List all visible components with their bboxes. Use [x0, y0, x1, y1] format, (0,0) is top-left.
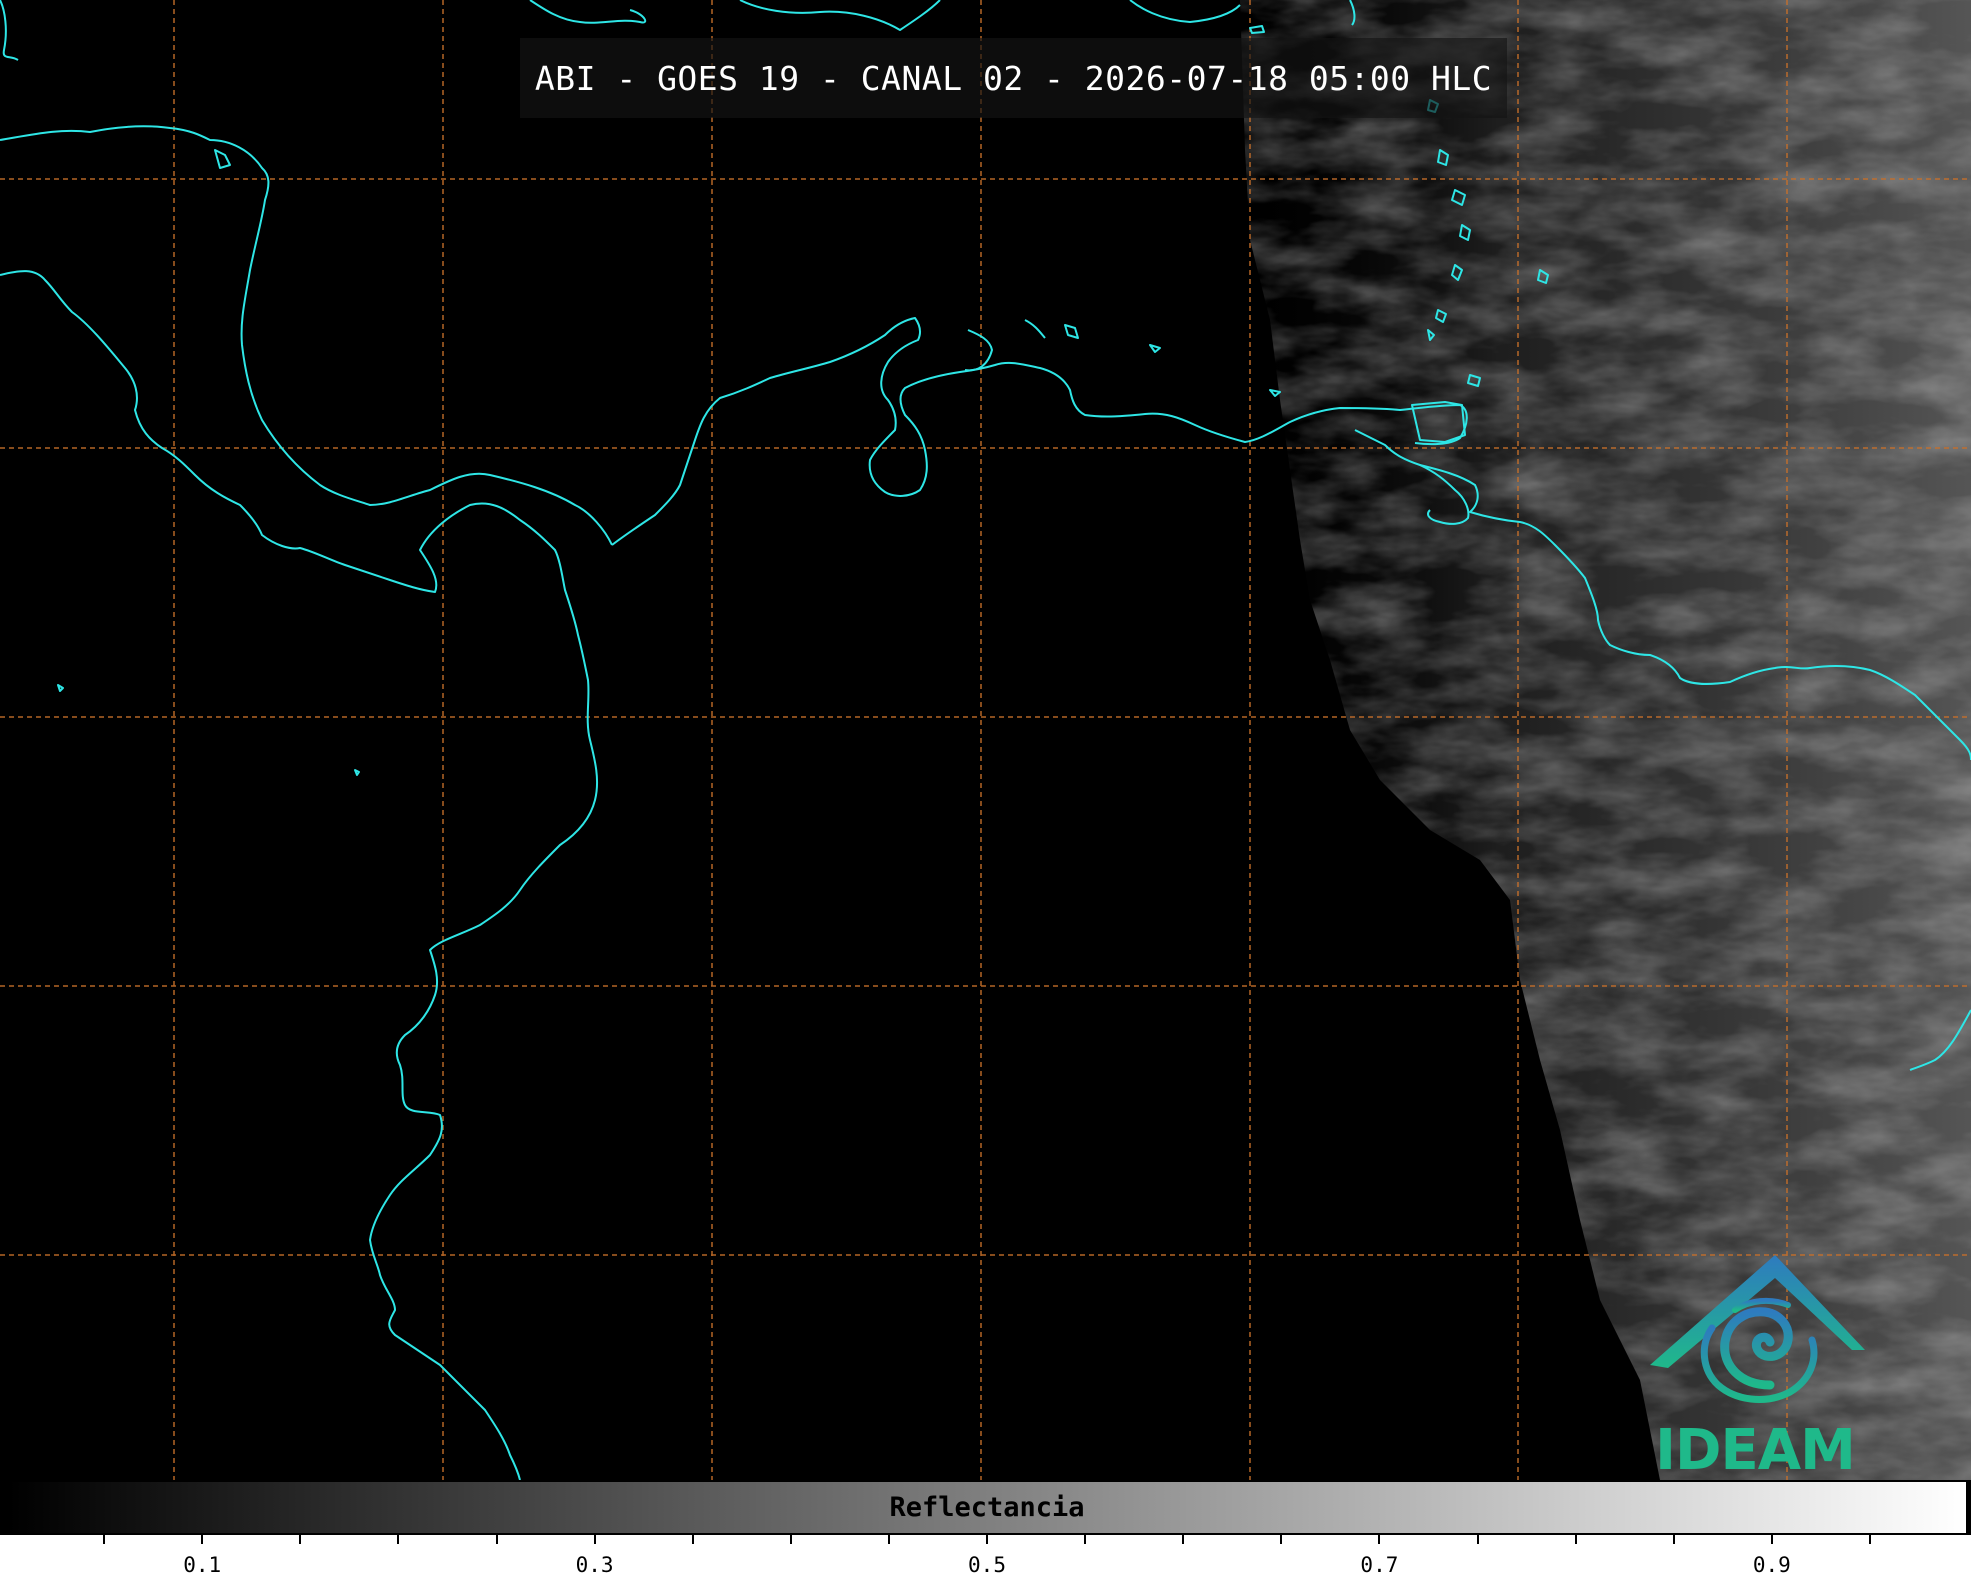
colorbar-minor-tick	[201, 1535, 204, 1544]
colorbar-minor-tick	[887, 1535, 890, 1544]
ideam-logo-text: IDEAM	[1655, 1418, 1856, 1483]
colorbar-minor-tick	[495, 1535, 498, 1544]
colorbar-label: Reflectancia	[889, 1492, 1085, 1523]
colorbar-minor-tick	[691, 1535, 694, 1544]
colorbar-ticks: 0.1 0.3 0.5 0.7 0.9	[0, 1535, 1971, 1577]
colorbar-tick-label: 0.3	[575, 1553, 614, 1577]
colorbar-minor-tick	[1574, 1535, 1577, 1544]
colorbar-minor-tick	[1280, 1535, 1283, 1544]
colorbar-minor-tick	[1084, 1535, 1087, 1544]
colorbar-minor-tick	[1770, 1535, 1773, 1544]
colorbar-minor-tick	[1476, 1535, 1479, 1544]
colorbar-minor-tick	[1378, 1535, 1381, 1544]
colorbar-minor-tick	[789, 1535, 792, 1544]
ideam-logo-icon	[1650, 1255, 1865, 1403]
colorbar-tick-label: 0.1	[183, 1553, 222, 1577]
colorbar-minor-tick	[103, 1535, 106, 1544]
colorbar-minor-tick	[1868, 1535, 1871, 1544]
colorbar-minor-tick	[397, 1535, 400, 1544]
title-banner: ABI - GOES 19 - CANAL 02 - 2026-07-18 05…	[520, 38, 1507, 118]
colorbar-tick-label: 0.5	[968, 1553, 1006, 1577]
colorbar-minor-tick	[1182, 1535, 1185, 1544]
colorbar-tick-label: 0.9	[1752, 1553, 1791, 1577]
colorbar-tick-label: 0.7	[1360, 1553, 1399, 1577]
colorbar: Reflectancia	[6, 1480, 1968, 1535]
colorbar-minor-tick	[593, 1535, 596, 1544]
map-title: ABI - GOES 19 - CANAL 02 - 2026-07-18 05…	[534, 58, 1493, 98]
ideam-logo: IDEAM	[1640, 1250, 1870, 1483]
colorbar-minor-tick	[986, 1535, 988, 1544]
colorbar-minor-tick	[299, 1535, 302, 1544]
satellite-viewer: ABI - GOES 19 - CANAL 02 - 2026-07-18 05…	[0, 0, 1971, 1577]
colorbar-minor-tick	[1672, 1535, 1675, 1544]
